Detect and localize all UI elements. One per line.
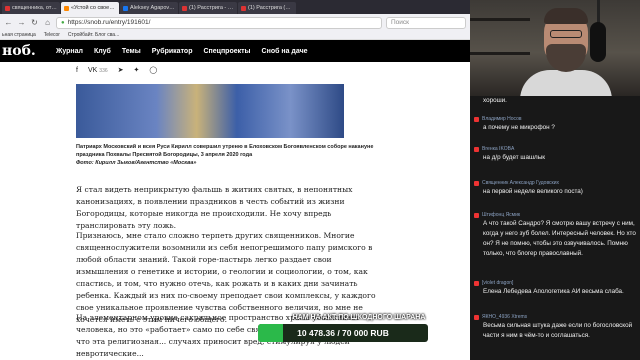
chat-message-text: на первой неделе великого поста) — [483, 188, 583, 195]
youtube-icon — [474, 315, 479, 320]
lock-icon: ● — [61, 19, 65, 26]
microphone-icon — [590, 22, 606, 62]
nav-link-journal[interactable]: Журнал — [56, 48, 83, 55]
article-photo — [76, 84, 344, 138]
browser-toolbar: ← → ↻ ⌂ ● https://snob.ru/entry/191601/ П… — [0, 14, 470, 31]
odnoklassniki-share-icon[interactable]: ◯ — [149, 66, 157, 74]
vk-share-count: 336 — [99, 67, 108, 74]
telegram-share-icon[interactable]: ➤ — [118, 66, 124, 74]
vk-share-button[interactable]: VK 336 — [88, 67, 108, 74]
bookmark-item[interactable]: Стройбайт. Блог сва... — [68, 32, 119, 38]
nav-link-club[interactable]: Клуб — [94, 48, 111, 55]
chat-author-name: Священник Александр Гудовских — [482, 180, 560, 186]
home-icon[interactable]: ⌂ — [43, 18, 52, 27]
tab-label: Aleksey Agapov - Patreon Fun... — [130, 5, 175, 11]
streamer-hair — [544, 8, 588, 24]
facebook-share-icon[interactable]: f — [76, 67, 78, 74]
chat-message: Священник Александр Гудовских на первой … — [474, 180, 638, 197]
tab-label: (1) Расстрига - YouTube — [189, 5, 234, 11]
reload-icon[interactable]: ↻ — [30, 18, 39, 27]
nav-link-topics[interactable]: Темы — [122, 48, 141, 55]
streamer-shirt — [520, 70, 612, 96]
share-bar: f VK 336 ➤ ✦ ◯ — [76, 66, 157, 75]
chat-message: Штифонц Ясмик А что такой Сандро? Я смот… — [474, 212, 638, 259]
bookmark-item[interactable]: ьная страница — [2, 32, 36, 38]
donation-widget: НАМ НА АКТ ПО ШКОДНОГО ШАРАНА 10 478.36 … — [258, 314, 460, 354]
tab[interactable]: Aleksey Agapov - Patreon Fun... — [120, 2, 178, 14]
chat-message-text: Весьма сильная штука даже если по богосл… — [483, 322, 633, 339]
browser-window: священника, отказ... «Устой со своей... … — [0, 0, 470, 360]
site-navbar: ноб. Журнал Клуб Темы Рубрикатор Спецпро… — [0, 40, 470, 62]
streamer-glasses — [550, 30, 582, 38]
chat-author-name: [violet dragon] — [482, 280, 514, 286]
tab-label: «Устой со своей... — [71, 5, 116, 11]
youtube-icon — [474, 147, 479, 152]
caption-text: Патриарх Московский и всея Руси Кирилл с… — [76, 144, 374, 158]
back-icon[interactable]: ← — [4, 18, 13, 27]
forward-icon[interactable]: → — [17, 18, 26, 27]
donation-goal-title: НАМ НА АКТ ПО ШКОДНОГО ШАРАНА — [292, 314, 426, 321]
tab-active[interactable]: «Устой со своей... — [61, 2, 119, 14]
chat-message: хороши. — [474, 96, 638, 106]
youtube-icon — [474, 181, 479, 186]
youtube-icon — [474, 213, 479, 218]
shelf — [470, 18, 530, 21]
article-paragraph: Я стал видеть неприкрытую фальшь в жития… — [76, 185, 353, 230]
chat-author: Вгенка IKOBA — [474, 146, 638, 153]
bookmarks-bar: ьная страница Telecor Стройбайт. Блог св… — [0, 31, 470, 40]
chat-author: [violet dragon] — [474, 280, 638, 287]
chat-author: ЯКНО_4936 Xtrems — [474, 314, 638, 321]
donation-amount: 10 478.36 / 70 000 RUB — [297, 328, 389, 338]
nav-link-rubricator[interactable]: Рубрикатор — [152, 48, 193, 55]
chat-author: Священник Александр Гудовских — [474, 180, 638, 187]
url-text: https://snob.ru/entry/191601/ — [67, 19, 151, 26]
address-bar[interactable]: ● https://snob.ru/entry/191601/ — [56, 16, 382, 29]
tab[interactable]: священника, отказ... — [2, 2, 60, 14]
site-favicon-icon — [64, 5, 69, 11]
chat-author-name: Вгенка IKOBA — [482, 146, 515, 152]
youtube-icon — [182, 5, 187, 11]
photo-caption: Патриарх Московский и всея Руси Кирилл с… — [76, 143, 376, 167]
donation-progress-bar: 10 478.36 / 70 000 RUB — [258, 324, 428, 342]
youtube-icon — [474, 117, 479, 122]
chat-author-name: Штифонц Ясмик — [482, 212, 521, 218]
chat-message-text: хороши. — [483, 97, 507, 104]
caption-credit: Фото: Кирилл Зыков/Агентство «Москва» — [76, 160, 197, 166]
chat-author-name: ЯКНО_4936 Xtrems — [482, 314, 528, 320]
chat-message-text: а почему не микрофон ? — [483, 124, 555, 131]
youtube-icon — [241, 5, 246, 11]
streamer-beard — [546, 44, 586, 72]
chat-message: Вгенка IKOBA на д/р будет шашлык — [474, 146, 638, 163]
chat-message-text: на д/р будет шашлык — [483, 154, 545, 161]
site-favicon-icon — [5, 5, 10, 11]
chat-message: [violet dragon] Елена Лебедева Апологети… — [474, 280, 638, 297]
chat-message-text: Елена Лебедева Апологетика АИ весьма сла… — [483, 288, 624, 295]
tab-strip: священника, отказ... «Устой со своей... … — [0, 0, 470, 14]
webcam-feed — [470, 0, 640, 96]
tab-label: (1) Расстрига (2012) фильм... — [248, 5, 293, 11]
tab[interactable]: (1) Расстрига (2012) фильм... — [238, 2, 296, 14]
bookmark-item[interactable]: Telecor — [44, 32, 60, 38]
chat-message: ЯКНО_4936 Xtrems Весьма сильная штука да… — [474, 314, 638, 341]
search-placeholder: Поиск — [391, 19, 410, 26]
vk-icon: VK — [87, 66, 98, 74]
chat-message: Владимир Носов а почему не микрофон ? — [474, 116, 638, 133]
site-logo[interactable]: ноб. — [0, 43, 56, 59]
chat-message-text: А что такой Сандро? Я смотрю вашу встреч… — [483, 220, 636, 257]
chat-author-name: Владимир Носов — [482, 116, 522, 122]
search-input[interactable]: Поиск — [386, 16, 466, 29]
tab-label: священника, отказ... — [12, 5, 57, 11]
mic-arm — [597, 0, 600, 24]
chat-author: Владимир Носов — [474, 116, 638, 123]
chat-author: Штифонц Ясмик — [474, 212, 638, 219]
tab[interactable]: (1) Расстрига - YouTube — [179, 2, 237, 14]
live-chat: хороши. Владимир Носов а почему не микро… — [470, 96, 640, 360]
youtube-icon — [474, 281, 479, 286]
twitter-share-icon[interactable]: ✦ — [134, 66, 140, 74]
facebook-icon — [123, 5, 128, 11]
shelf — [470, 52, 530, 55]
nav-link-special[interactable]: Спецпроекты — [203, 48, 250, 55]
nav-link-dacha[interactable]: Сноб на даче — [262, 48, 308, 55]
